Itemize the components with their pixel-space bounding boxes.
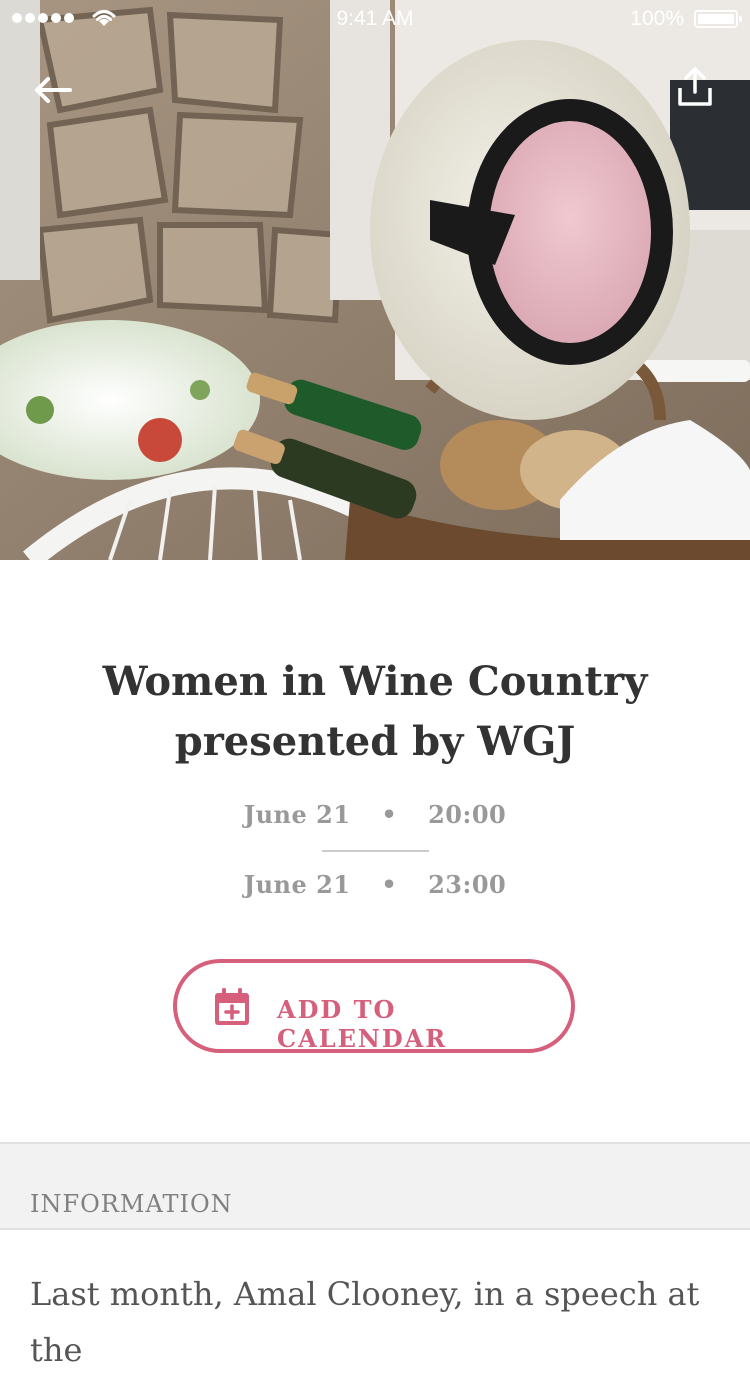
- event-title-line2: presented by WGJ: [174, 718, 576, 765]
- arrow-left-icon: [35, 77, 72, 103]
- end-time: 23:00: [428, 870, 507, 899]
- event-title-line1: Women in Wine Country: [102, 658, 648, 705]
- separator-dot: •: [381, 870, 398, 899]
- event-title: Women in Wine Country presented by WGJ: [0, 652, 750, 772]
- event-end: June 21 • 23:00: [0, 870, 750, 899]
- share-icon: [678, 67, 712, 106]
- status-bar: 9:41 AM 100%: [0, 0, 750, 40]
- start-time: 20:00: [428, 800, 507, 829]
- event-start: June 21 • 20:00: [0, 800, 750, 829]
- information-body-text: Last month, Amal Clooney, in a speech at…: [30, 1275, 700, 1369]
- add-to-calendar-button[interactable]: ADD TO CALENDAR: [173, 959, 575, 1053]
- date-divider: [322, 850, 429, 852]
- add-to-calendar-label: ADD TO CALENDAR: [277, 995, 448, 1053]
- end-date: June 21: [243, 870, 351, 899]
- start-date: June 21: [243, 800, 351, 829]
- back-button[interactable]: [30, 70, 78, 110]
- separator-dot: •: [381, 800, 398, 829]
- battery-percentage: 100%: [630, 7, 684, 30]
- hero-image: [0, 0, 750, 560]
- calendar-add-icon: [215, 988, 249, 1025]
- information-header-label: INFORMATION: [30, 1190, 233, 1218]
- share-button[interactable]: [670, 62, 720, 112]
- information-section-header: INFORMATION: [0, 1142, 750, 1230]
- battery-icon: [694, 10, 742, 28]
